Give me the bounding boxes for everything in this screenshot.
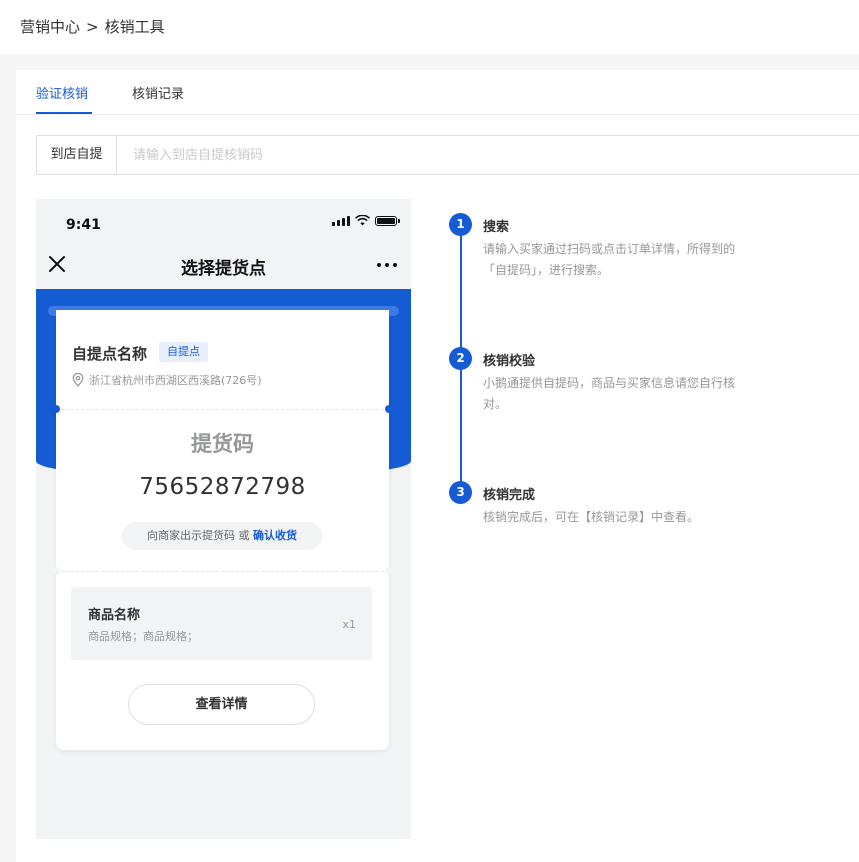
address-text: 浙江省杭州市西湖区西溪路(726号) — [89, 374, 262, 387]
confirm-receipt-link[interactable]: 确认收货 — [253, 529, 297, 542]
verify-code-field: 到店自提 — [36, 135, 859, 175]
pickup-hint: 向商家出示提货码 或 确认收货 — [122, 522, 322, 550]
store-tag: 自提点 — [159, 342, 208, 362]
breadcrumb: 营销中心 > 核销工具 — [20, 16, 165, 37]
card-notch-right — [385, 405, 393, 413]
step-title: 核销校验 — [483, 354, 536, 369]
step-number: 1 — [449, 213, 472, 236]
phone-page-title: 选择提货点 — [181, 259, 266, 279]
tab-bar: 验证核销 核销记录 — [16, 70, 859, 115]
verify-code-input[interactable] — [117, 136, 859, 174]
tab-verify[interactable]: 验证核销 — [36, 83, 88, 102]
goods-spec: 商品规格；商品规格； — [88, 630, 198, 643]
breadcrumb-separator: > — [86, 18, 99, 36]
wifi-icon — [355, 215, 370, 226]
step-number: 2 — [449, 347, 472, 370]
step-description: 请输入买家通过扫码或点击订单详情，所得到的「自提码」，进行搜索。 — [483, 242, 736, 277]
phone-preview: 9:41 选择提货点 自提点名称 自提点 浙江省杭州市西湖区西溪路(726号) … — [36, 199, 411, 839]
breadcrumb-parent[interactable]: 营销中心 — [20, 18, 80, 36]
active-tab-indicator — [36, 112, 92, 114]
status-icons — [332, 215, 400, 226]
pickup-card: 自提点名称 自提点 浙江省杭州市西湖区西溪路(726号) 提货码 7565287… — [52, 310, 393, 750]
step-description: 核销完成后，可在【核销记录】中查看。 — [483, 510, 700, 524]
pickup-code: 75652872798 — [139, 474, 306, 500]
tab-records[interactable]: 核销记录 — [132, 83, 184, 102]
step-description: 小鹅通提供自提码，商品与买家信息请您自行核对。 — [483, 376, 736, 411]
main-panel: 验证核销 核销记录 到店自提 9:41 选择提货点 自提点名称 自提点 浙江省杭… — [16, 70, 859, 862]
top-bar: 营销中心 > 核销工具 — [0, 0, 859, 54]
status-time: 9:41 — [66, 217, 101, 233]
steps-guide: 1 搜索 请输入买家通过扫码或点击订单详情，所得到的「自提码」，进行搜索。 2 … — [449, 213, 749, 524]
location-icon — [72, 373, 84, 387]
goods-name: 商品名称 — [88, 608, 141, 623]
divider — [56, 571, 389, 572]
card-notch-left — [52, 405, 60, 413]
step-title: 搜索 — [483, 220, 510, 235]
divider — [56, 409, 389, 410]
more-icon[interactable] — [377, 263, 397, 267]
store-name: 自提点名称 — [72, 345, 148, 363]
goods-qty: x1 — [342, 618, 356, 631]
verify-type-label: 到店自提 — [37, 136, 117, 174]
pickup-code-title: 提货码 — [191, 432, 254, 456]
step-number: 3 — [449, 481, 472, 504]
card-notch-left — [52, 567, 60, 575]
signal-icon — [332, 215, 350, 226]
store-address: 浙江省杭州市西湖区西溪路(726号) — [72, 372, 262, 388]
breadcrumb-current: 核销工具 — [104, 18, 165, 36]
pickup-hint-text: 向商家出示提货码 或 — [147, 529, 250, 542]
battery-icon — [375, 216, 400, 226]
goods-item: 商品名称 商品规格；商品规格； x1 — [71, 587, 372, 660]
card-notch-right — [385, 567, 393, 575]
view-details-button[interactable]: 查看详情 — [128, 684, 315, 725]
step-title: 核销完成 — [483, 488, 536, 503]
